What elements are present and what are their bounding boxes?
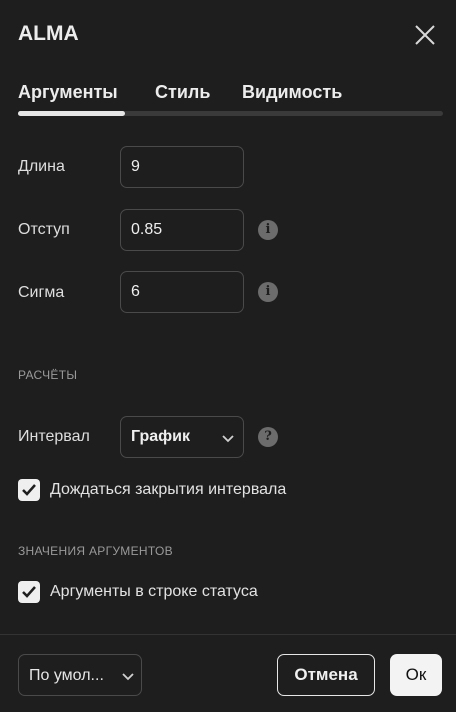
checkmark-icon — [22, 586, 36, 598]
section-input-values: ЗНАЧЕНИЯ АРГУМЕНТОВ — [18, 544, 173, 558]
close-icon[interactable] — [408, 18, 440, 50]
chevron-down-icon — [222, 435, 234, 443]
checkmark-icon — [22, 484, 36, 496]
length-label: Длина — [18, 158, 65, 175]
cancel-button[interactable]: Отмена — [277, 654, 375, 696]
chevron-down-icon — [122, 673, 134, 681]
interval-label: Интервал — [18, 428, 90, 445]
offset-field[interactable] — [120, 209, 244, 251]
defaults-select[interactable]: По умол... — [18, 654, 142, 696]
interval-select[interactable]: График — [120, 416, 244, 458]
tab-style[interactable]: Стиль — [155, 82, 210, 103]
wait-close-label[interactable]: Дождаться закрытия интервала — [50, 481, 286, 499]
sigma-label: Сигма — [18, 284, 65, 301]
interval-select-value: График — [131, 428, 190, 445]
status-line-checkbox[interactable] — [18, 581, 40, 603]
defaults-select-value: По умол... — [29, 667, 104, 684]
wait-close-checkbox[interactable] — [18, 479, 40, 501]
dialog-title: ALMA — [18, 22, 79, 45]
tab-indicator-track — [18, 111, 443, 116]
offset-label: Отступ — [18, 221, 70, 238]
tab-indicator-active — [18, 111, 125, 116]
tab-visibility[interactable]: Видимость — [242, 82, 342, 103]
info-icon[interactable]: i — [258, 220, 278, 240]
ok-button[interactable]: Ок — [390, 654, 442, 696]
footer-divider — [0, 634, 456, 635]
tab-arguments[interactable]: Аргументы — [18, 82, 118, 103]
status-line-label[interactable]: Аргументы в строке статуса — [50, 583, 258, 601]
info-icon[interactable]: i — [258, 282, 278, 302]
sigma-field[interactable] — [120, 271, 244, 313]
question-icon[interactable]: ? — [258, 427, 278, 447]
section-calculations: РАСЧЁТЫ — [18, 368, 78, 382]
length-field[interactable] — [120, 146, 244, 188]
